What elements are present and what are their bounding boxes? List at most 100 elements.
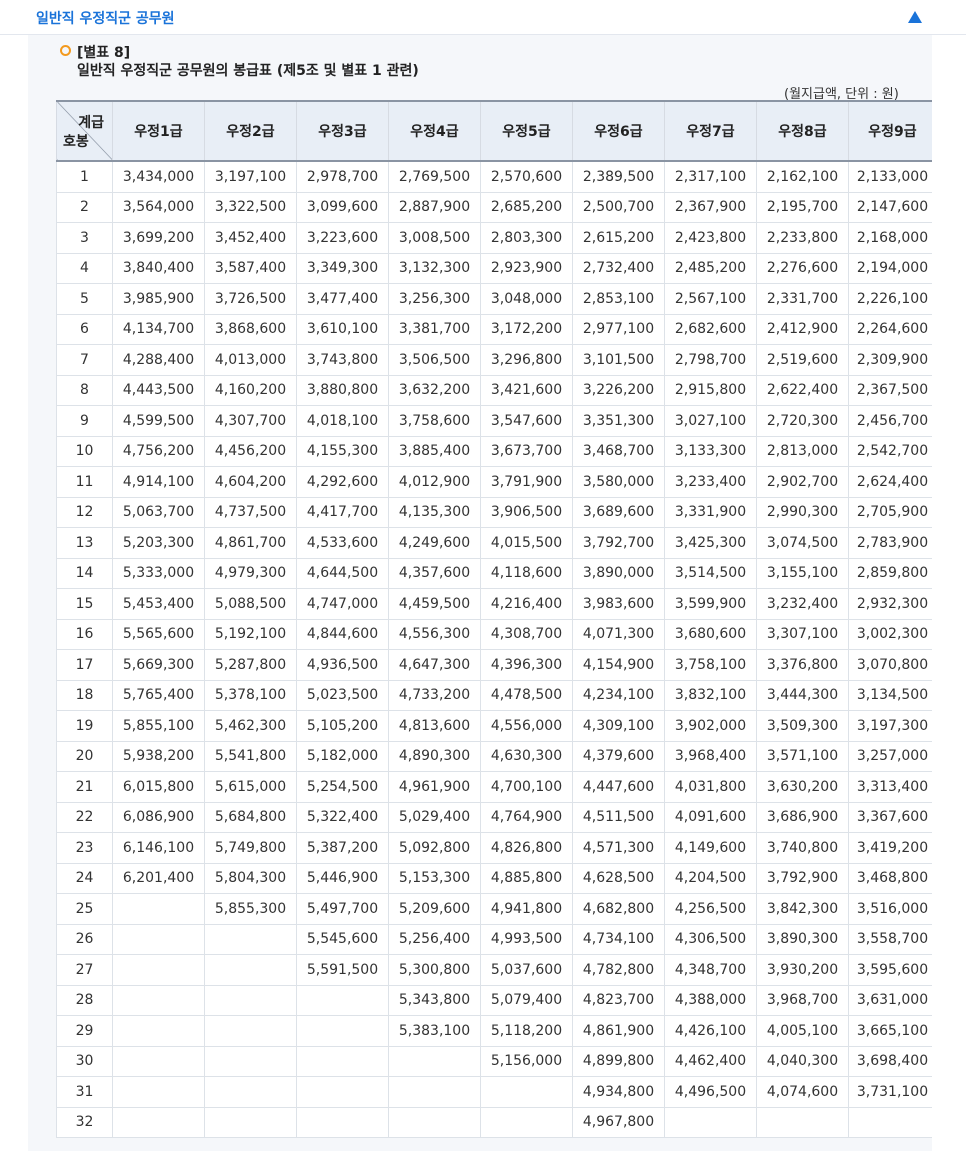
step-cell: 29 <box>56 1015 113 1047</box>
step-cell: 18 <box>56 679 113 711</box>
table-row: 25 5,855,300 5,497,700 5,209,600 4,941,800 4,… <box>56 893 932 925</box>
salary-cell: 3,699,200 <box>112 222 205 254</box>
salary-cell: 3,832,100 <box>664 679 757 711</box>
salary-cell: 3,673,700 <box>480 435 573 467</box>
salary-cell: 4,533,600 <box>296 527 389 559</box>
salary-cell: 4,256,500 <box>664 893 757 925</box>
table-row: 6 4,134,700 3,868,600 3,610,100 3,381,700 3,1… <box>56 313 932 345</box>
salary-cell: 4,118,600 <box>480 557 573 589</box>
table-row: 1 3,434,000 3,197,100 2,978,700 2,769,500 2,5… <box>56 160 932 193</box>
salary-cell: 2,168,000 <box>848 222 932 254</box>
salary-cell: 3,223,600 <box>296 222 389 254</box>
salary-cell: 4,700,100 <box>480 771 573 803</box>
step-cell: 11 <box>56 466 113 498</box>
salary-cell <box>296 1015 389 1047</box>
salary-cell: 5,105,200 <box>296 710 389 742</box>
salary-cell: 5,029,400 <box>388 801 481 833</box>
salary-cell <box>388 1076 481 1108</box>
step-cell: 21 <box>56 771 113 803</box>
salary-cell: 5,203,300 <box>112 527 205 559</box>
salary-cell: 3,155,100 <box>756 557 849 589</box>
step-cell: 8 <box>56 374 113 406</box>
step-cell: 3 <box>56 222 113 254</box>
salary-cell: 3,514,500 <box>664 557 757 589</box>
salary-cell: 5,855,300 <box>204 893 297 925</box>
table-row: 28 5,343,800 5,079,400 4,823,700 4,388,000 3,… <box>56 984 932 1016</box>
salary-cell: 5,182,000 <box>296 740 389 772</box>
salary-cell: 4,571,300 <box>572 832 665 864</box>
step-cell: 26 <box>56 923 113 955</box>
salary-cell: 3,631,000 <box>848 984 932 1016</box>
salary-cell: 3,571,100 <box>756 740 849 772</box>
salary-cell: 3,630,200 <box>756 771 849 803</box>
salary-cell: 3,381,700 <box>388 313 481 345</box>
salary-cell: 4,961,900 <box>388 771 481 803</box>
salary-cell: 2,276,600 <box>756 252 849 284</box>
salary-cell: 4,647,300 <box>388 649 481 681</box>
salary-cell: 2,783,900 <box>848 527 932 559</box>
salary-cell <box>296 1106 389 1138</box>
salary-cell: 2,367,900 <box>664 191 757 223</box>
column-header: 우정5급 <box>480 100 573 162</box>
salary-cell: 3,580,000 <box>572 466 665 498</box>
salary-cell: 2,615,200 <box>572 222 665 254</box>
salary-cell: 3,367,600 <box>848 801 932 833</box>
salary-cell: 4,934,800 <box>572 1076 665 1108</box>
salary-cell: 3,256,300 <box>388 283 481 315</box>
salary-cell: 3,743,800 <box>296 344 389 376</box>
salary-cell <box>388 1045 481 1077</box>
salary-cell: 4,456,200 <box>204 435 297 467</box>
step-cell: 27 <box>56 954 113 986</box>
column-header: 우정3급 <box>296 100 389 162</box>
salary-cell: 3,930,200 <box>756 954 849 986</box>
table-row: 12 5,063,700 4,737,500 4,417,700 4,135,300 3,… <box>56 496 932 528</box>
salary-cell <box>204 1045 297 1077</box>
salary-cell: 3,296,800 <box>480 344 573 376</box>
salary-cell: 4,813,600 <box>388 710 481 742</box>
salary-cell: 2,309,900 <box>848 344 932 376</box>
salary-cell <box>848 1106 932 1138</box>
salary-cell: 3,842,300 <box>756 893 849 925</box>
corner-step-label: 호봉 <box>63 134 89 150</box>
salary-cell: 3,421,600 <box>480 374 573 406</box>
salary-table: 계급 호봉 우정1급 우정2급 우정3급 우정4급 우정5급 우정6급 우정7급 우정8급 우정… <box>56 100 932 1138</box>
salary-cell <box>296 1076 389 1108</box>
salary-cell <box>388 1106 481 1138</box>
salary-cell: 5,079,400 <box>480 984 573 1016</box>
salary-cell: 4,307,700 <box>204 405 297 437</box>
salary-cell: 3,698,400 <box>848 1045 932 1077</box>
salary-cell: 6,086,900 <box>112 801 205 833</box>
salary-cell: 4,782,800 <box>572 954 665 986</box>
step-cell: 23 <box>56 832 113 864</box>
step-cell: 6 <box>56 313 113 345</box>
table-row: 9 4,599,500 4,307,700 4,018,100 3,758,600 3,5… <box>56 405 932 437</box>
table-row: 16 5,565,600 5,192,100 4,844,600 4,556,300 4,… <box>56 618 932 650</box>
salary-table-container: 계급 호봉 우정1급 우정2급 우정3급 우정4급 우정5급 우정6급 우정7급 우정8급 우정… <box>56 100 932 1138</box>
salary-cell <box>756 1106 849 1138</box>
salary-cell: 4,013,000 <box>204 344 297 376</box>
salary-cell: 4,005,100 <box>756 1015 849 1047</box>
step-cell: 31 <box>56 1076 113 1108</box>
salary-cell: 3,885,400 <box>388 435 481 467</box>
salary-cell: 2,685,200 <box>480 191 573 223</box>
step-cell: 28 <box>56 984 113 1016</box>
salary-cell: 2,570,600 <box>480 160 573 193</box>
salary-cell: 3,133,300 <box>664 435 757 467</box>
salary-cell: 4,823,700 <box>572 984 665 1016</box>
salary-cell: 4,447,600 <box>572 771 665 803</box>
salary-cell: 3,983,600 <box>572 588 665 620</box>
salary-cell: 4,764,900 <box>480 801 573 833</box>
salary-cell: 3,101,500 <box>572 344 665 376</box>
column-header: 우정9급 <box>848 100 932 162</box>
salary-cell <box>204 923 297 955</box>
salary-cell: 3,506,500 <box>388 344 481 376</box>
salary-cell: 4,379,600 <box>572 740 665 772</box>
salary-cell: 3,599,900 <box>664 588 757 620</box>
table-row: 10 4,756,200 4,456,200 4,155,300 3,885,400 3,… <box>56 435 932 467</box>
step-cell: 32 <box>56 1106 113 1138</box>
salary-cell: 3,172,200 <box>480 313 573 345</box>
salary-cell: 5,497,700 <box>296 893 389 925</box>
salary-cell: 6,201,400 <box>112 862 205 894</box>
salary-cell: 2,803,300 <box>480 222 573 254</box>
collapse-up-icon[interactable] <box>906 9 924 25</box>
